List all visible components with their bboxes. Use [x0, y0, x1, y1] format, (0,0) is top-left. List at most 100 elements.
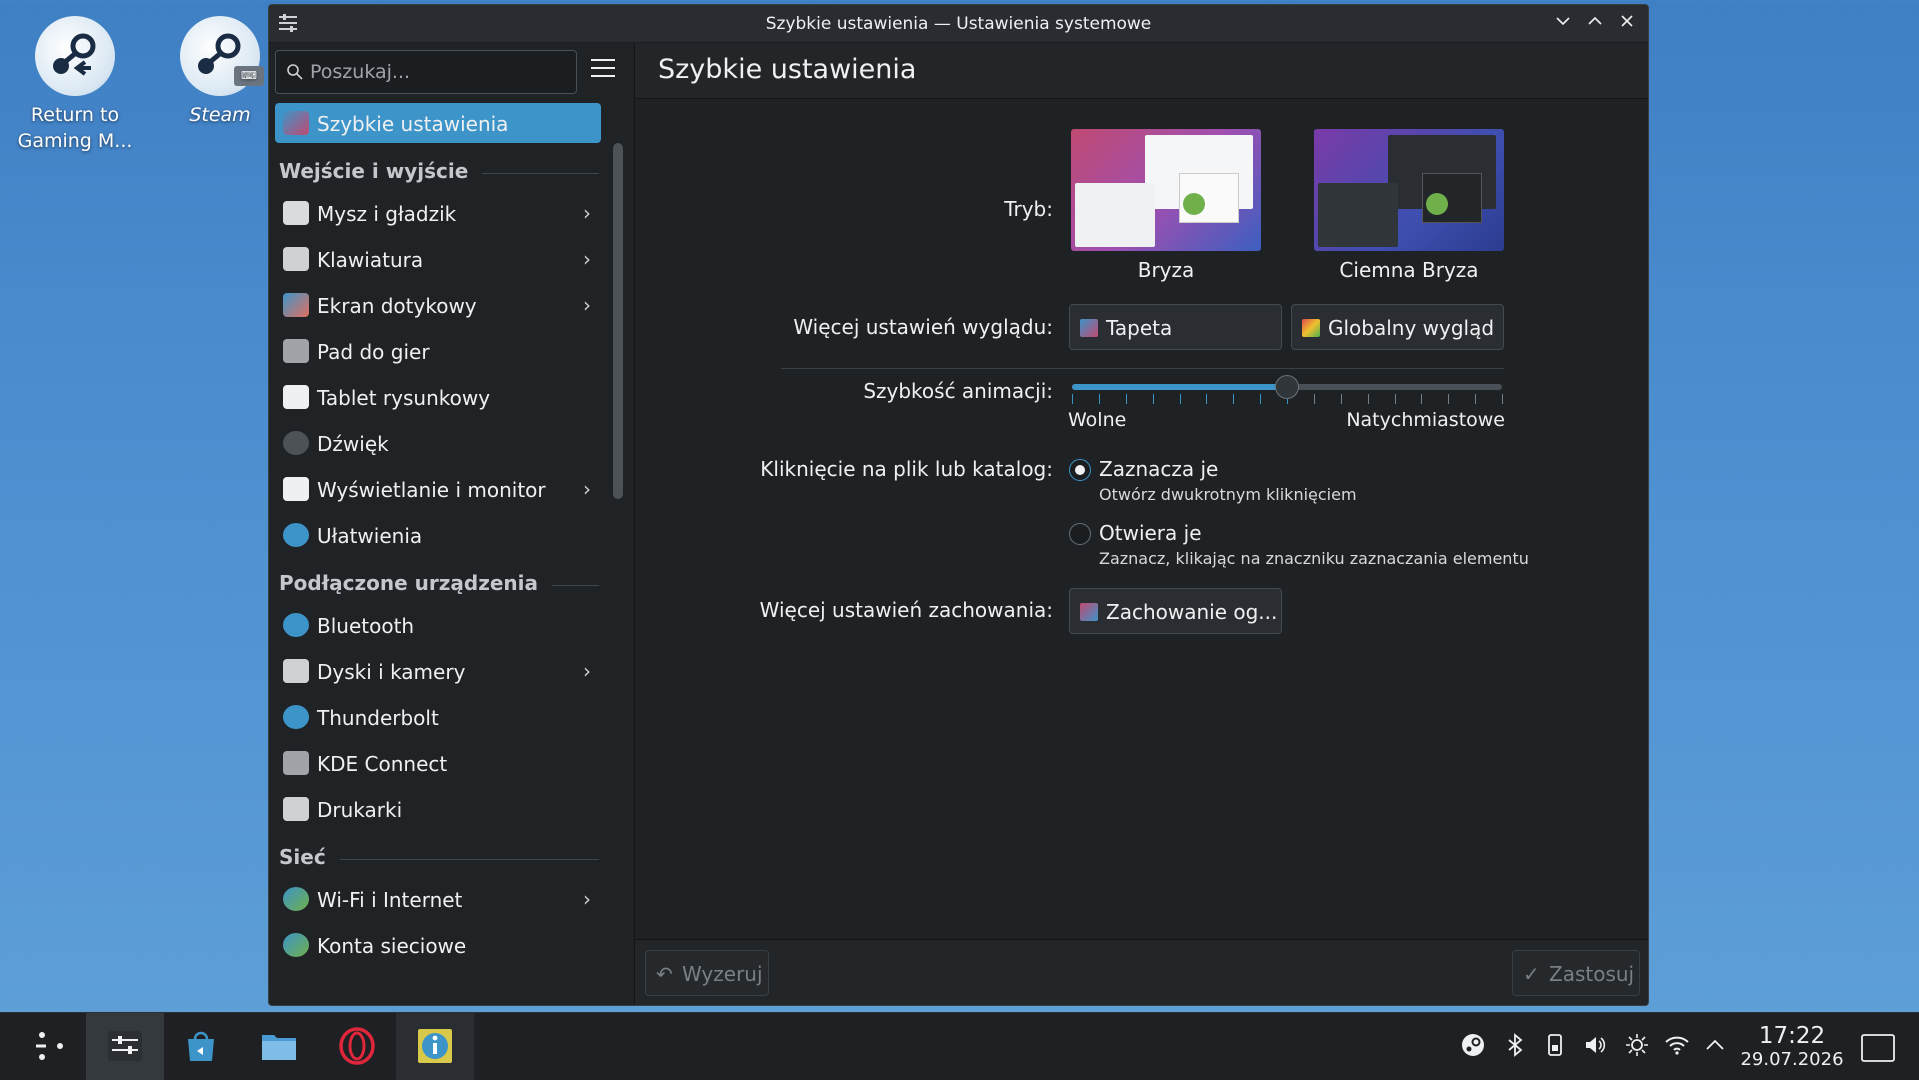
accessibility-icon	[283, 523, 309, 547]
sidebar-item-drukarki[interactable]: Drukarki	[275, 789, 601, 829]
radio-open-items[interactable]	[1069, 523, 1091, 545]
sidebar-item-label: Drukarki	[317, 798, 403, 822]
animation-min-label: Wolne	[1068, 409, 1127, 431]
monitor-icon	[283, 477, 309, 501]
minimize-button[interactable]	[1552, 13, 1574, 35]
slider-tick	[1421, 394, 1423, 404]
speaker-icon	[283, 431, 309, 455]
chevron-right-icon: ›	[583, 293, 591, 317]
global-theme-icon	[1302, 319, 1320, 337]
sidebar-item-label: Dźwięk	[317, 432, 389, 456]
sidebar-item-dyski-i-kamery[interactable]: Dyski i kamery ›	[275, 651, 601, 691]
undo-icon: ↶	[656, 962, 673, 986]
sidebar-scrollbar[interactable]	[613, 143, 623, 499]
opera-browser-icon	[339, 1027, 375, 1065]
section-title: Podłączone urządzenia	[279, 571, 552, 595]
bluetooth-tray-icon[interactable]	[1502, 1033, 1528, 1059]
phone-icon	[283, 751, 309, 775]
gamepad-icon	[283, 339, 309, 363]
close-button[interactable]	[1616, 13, 1638, 35]
sidebar-item-bluetooth[interactable]: Bluetooth	[275, 605, 601, 645]
taskbar-opera[interactable]	[318, 1013, 396, 1080]
slider-tick	[1233, 394, 1235, 404]
printer-icon	[283, 797, 309, 821]
wallpaper-button[interactable]: Tapeta	[1069, 304, 1282, 350]
slider-tick	[1394, 394, 1396, 404]
clock-time: 17:22	[1758, 1023, 1826, 1049]
slider-tick	[1313, 394, 1315, 404]
bluetooth-icon	[283, 613, 309, 637]
animation-speed-label: Szybkość animacji:	[863, 379, 1053, 403]
hamburger-menu-button[interactable]	[591, 59, 615, 81]
sidebar-item-label: Ekran dotykowy	[317, 294, 477, 318]
title-bar[interactable]: Szybkie ustawienia — Ustawienia systemow…	[269, 5, 1648, 43]
wifi-icon[interactable]	[1664, 1033, 1690, 1059]
search-input[interactable]	[310, 57, 570, 87]
sidebar-item-ułatwienia[interactable]: Ułatwienia	[275, 515, 601, 555]
taskbar-file-manager[interactable]	[240, 1013, 318, 1080]
reset-button[interactable]: ↶ Wyzeruj	[645, 950, 769, 996]
tray-expand-icon[interactable]	[1702, 1033, 1728, 1059]
sidebar-item-mysz-i-gładzik[interactable]: Mysz i gładzik ›	[275, 193, 601, 233]
footer-bar: ↶ Wyzeruj ✓ Zastosuj	[635, 939, 1648, 1005]
apply-button[interactable]: ✓ Zastosuj	[1512, 950, 1640, 996]
clock[interactable]: 17:22 29.07.2026	[1732, 1023, 1852, 1071]
slider-tick	[1098, 394, 1100, 404]
clock-date: 29.07.2026	[1740, 1049, 1844, 1070]
taskbar-info-center[interactable]	[396, 1013, 474, 1080]
theme-thumbnail-dark[interactable]	[1314, 129, 1504, 251]
show-desktop-icon[interactable]	[1860, 1033, 1896, 1062]
sidebar-item-label: Bluetooth	[317, 614, 415, 638]
section-title: Sieć	[279, 845, 340, 869]
sidebar-item-konta-sieciowe[interactable]: Konta sieciowe	[275, 925, 601, 965]
app-launcher-button[interactable]	[10, 1013, 88, 1080]
steam-return-icon	[35, 16, 115, 96]
global-theme-button[interactable]: Globalny wygląd	[1291, 304, 1504, 350]
sidebar-item-dźwięk[interactable]: Dźwięk	[275, 423, 601, 463]
chevron-right-icon: ›	[583, 887, 591, 911]
search-box[interactable]	[275, 50, 577, 94]
sidebar-item-thunderbolt[interactable]: Thunderbolt	[275, 697, 601, 737]
general-behavior-button[interactable]: Zachowanie og...	[1069, 588, 1282, 634]
volume-icon[interactable]	[1582, 1033, 1608, 1059]
slider-tick	[1448, 394, 1450, 404]
radio-select-label[interactable]: Zaznacza je	[1099, 457, 1218, 481]
main-content: Szybkie ustawienia Tryb: Bryza Ciemna Br…	[635, 43, 1648, 1005]
sidebar-item-tablet-rysunkowy[interactable]: Tablet rysunkowy	[275, 377, 601, 417]
taskbar-system-settings[interactable]	[86, 1013, 164, 1080]
sidebar-item-wi-fi-i-internet[interactable]: Wi-Fi i Internet ›	[275, 879, 601, 919]
animation-slider-handle[interactable]	[1275, 375, 1299, 399]
sidebar-item-kde-connect[interactable]: KDE Connect	[275, 743, 601, 783]
theme-name-dark: Ciemna Bryza	[1339, 258, 1479, 282]
sidebar-item-wyświetlanie-i-monitor[interactable]: Wyświetlanie i monitor ›	[275, 469, 601, 509]
theme-thumbnail-light[interactable]	[1071, 129, 1261, 251]
slider-tick	[1475, 394, 1477, 404]
behavior-icon	[1080, 603, 1098, 621]
sidebar-item-label: Konta sieciowe	[317, 934, 467, 958]
sidebar-item-label: Tablet rysunkowy	[317, 386, 491, 410]
close-icon	[1621, 15, 1633, 27]
radio-select-items[interactable]	[1069, 459, 1091, 481]
sidebar-item-pad-do-gier[interactable]: Pad do gier	[275, 331, 601, 371]
sidebar-item-klawiatura[interactable]: Klawiatura ›	[275, 239, 601, 279]
taskbar-discover[interactable]	[162, 1013, 240, 1080]
radio-open-label[interactable]: Otwiera je	[1099, 521, 1202, 545]
slider-tick	[1502, 394, 1503, 404]
desktop-icon-steam[interactable]: ⌨ Steam	[155, 0, 285, 128]
keyboard-icon	[283, 247, 309, 271]
wallpaper-icon	[1080, 319, 1098, 337]
desktop-icon-return-gaming[interactable]: Return to Gaming M...	[10, 0, 140, 154]
maximize-button[interactable]	[1584, 13, 1606, 35]
checkmark-icon: ✓	[1523, 962, 1540, 986]
file-manager-icon	[262, 1035, 296, 1060]
sidebar-item-szybkie-ustawienia[interactable]: Szybkie ustawienia	[275, 103, 601, 143]
steam-tray-icon[interactable]	[1460, 1033, 1486, 1059]
brightness-icon[interactable]	[1624, 1033, 1650, 1059]
sidebar-item-ekran-dotykowy[interactable]: Ekran dotykowy ›	[275, 285, 601, 325]
network-accounts-icon	[283, 933, 309, 957]
chevron-down-icon	[1556, 17, 1570, 26]
sidebar-item-label: Szybkie ustawienia	[317, 112, 509, 136]
desktop-icon-label: Return to	[30, 104, 120, 126]
storage-tray-icon[interactable]	[1542, 1033, 1568, 1059]
animation-slider-fill	[1072, 384, 1287, 390]
